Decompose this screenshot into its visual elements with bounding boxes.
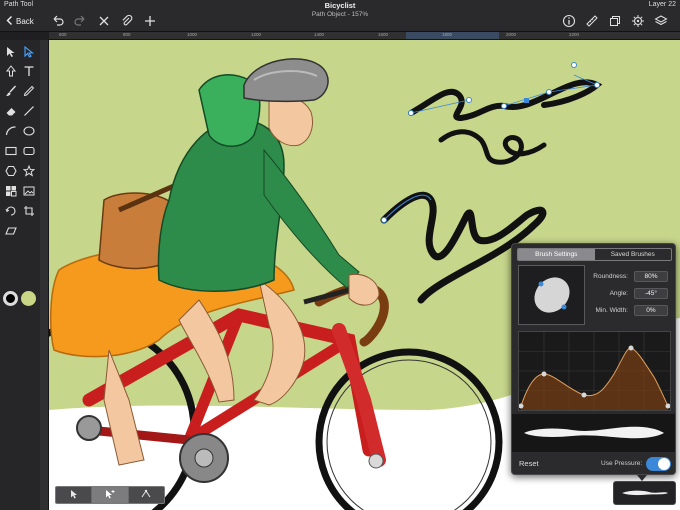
back-button[interactable]: Back: [6, 14, 34, 28]
select-mode-button[interactable]: [56, 486, 93, 504]
gear-icon[interactable]: [630, 13, 646, 29]
top-bar: Path Tool Bicyclist Path Object - 157% L…: [0, 0, 680, 32]
add-point-mode-button[interactable]: [92, 486, 129, 504]
brush-picker-button[interactable]: [613, 481, 676, 505]
ruler-tick: 1200: [251, 32, 262, 37]
ruler-tick: 800: [123, 32, 131, 37]
artboard-icon[interactable]: [607, 13, 623, 29]
back-label: Back: [16, 16, 34, 26]
ruler-tick: 1600: [378, 32, 389, 37]
arrow-pointer-icon: [69, 486, 79, 504]
node-tool-icon[interactable]: [3, 63, 19, 79]
use-pressure-toggle[interactable]: [646, 457, 671, 471]
shapes-tool-icon[interactable]: [3, 183, 19, 199]
transform-tool-icon[interactable]: [3, 203, 19, 219]
fill-color-swatch[interactable]: [21, 291, 36, 306]
ruler-tick: 600: [59, 32, 67, 37]
ellipse-tool-icon[interactable]: [21, 123, 37, 139]
brush-tip-preview[interactable]: [518, 265, 585, 325]
select-arrow-icon[interactable]: [3, 44, 19, 60]
direct-select-icon[interactable]: [21, 44, 37, 60]
panel-tabs: Brush Settings Saved Brushes: [517, 248, 672, 261]
selection-mode-bar: [55, 486, 165, 504]
close-icon[interactable]: [96, 13, 112, 29]
tab-brush-settings[interactable]: Brush Settings: [518, 249, 595, 260]
line-tool-icon[interactable]: [21, 103, 37, 119]
ruler-tick: 1000: [187, 32, 198, 37]
app-window: Path Tool Bicyclist Path Object - 157% L…: [0, 0, 680, 510]
ruler-selection-highlight: [406, 32, 499, 39]
panel-footer: Reset Use Pressure:: [512, 453, 675, 475]
ruler-icon[interactable]: [584, 13, 600, 29]
brush-settings-panel: Brush Settings Saved Brushes Roundness: …: [511, 243, 676, 475]
vertical-ruler: [40, 40, 49, 510]
chevron-left-icon: [6, 15, 13, 27]
toggle-knob: [658, 458, 670, 470]
pencil-tool-icon[interactable]: [21, 83, 37, 99]
pressure-curve-graph[interactable]: [518, 331, 671, 411]
star-tool-icon[interactable]: [21, 163, 37, 179]
ruler-tick: 2000: [506, 32, 517, 37]
paperclip-icon[interactable]: [119, 13, 135, 29]
eraser-tool-icon[interactable]: [3, 103, 19, 119]
rounded-rectangle-tool-icon[interactable]: [21, 143, 37, 159]
brush-tool-icon[interactable]: [3, 83, 19, 99]
angle-label: Angle:: [609, 290, 628, 297]
undo-icon[interactable]: [50, 13, 66, 29]
image-tool-icon[interactable]: [21, 183, 37, 199]
tool-palette: [0, 40, 40, 510]
current-layer-name: Layer 22: [648, 1, 676, 8]
path-edit-mode-button[interactable]: [129, 487, 164, 503]
min-width-label: Min. Width:: [595, 307, 628, 314]
roundness-field[interactable]: 80%: [634, 271, 668, 282]
add-icon[interactable]: [142, 13, 158, 29]
arrow-plus-icon: [105, 486, 115, 504]
ruler-tick: 1800: [442, 32, 453, 37]
skew-tool-icon[interactable]: [3, 223, 19, 239]
rectangle-tool-icon[interactable]: [3, 143, 19, 159]
use-pressure-label: Use Pressure:: [601, 460, 643, 467]
angle-field[interactable]: -45°: [634, 288, 668, 299]
text-tool-icon[interactable]: [21, 63, 37, 79]
horizontal-ruler: 600 800 1000 1200 1400 1600 1800 2000 22…: [49, 32, 680, 40]
layers-icon[interactable]: [653, 13, 669, 29]
arc-tool-icon[interactable]: [3, 123, 19, 139]
min-width-field[interactable]: 0%: [634, 305, 668, 316]
ruler-tick: 2200: [569, 32, 580, 37]
redo-icon[interactable]: [72, 13, 88, 29]
polygon-tool-icon[interactable]: [3, 163, 19, 179]
document-title: Bicyclist: [324, 1, 356, 10]
bezier-handle-icon: [141, 486, 151, 504]
info-icon[interactable]: [561, 13, 577, 29]
ruler-tick: 1400: [314, 32, 325, 37]
tab-saved-brushes[interactable]: Saved Brushes: [595, 249, 672, 260]
stroke-color-swatch[interactable]: [3, 291, 18, 306]
roundness-label: Roundness:: [593, 273, 628, 280]
brush-stroke-preview: [512, 414, 675, 452]
crop-tool-icon[interactable]: [21, 203, 37, 219]
reset-button[interactable]: Reset: [519, 459, 539, 468]
